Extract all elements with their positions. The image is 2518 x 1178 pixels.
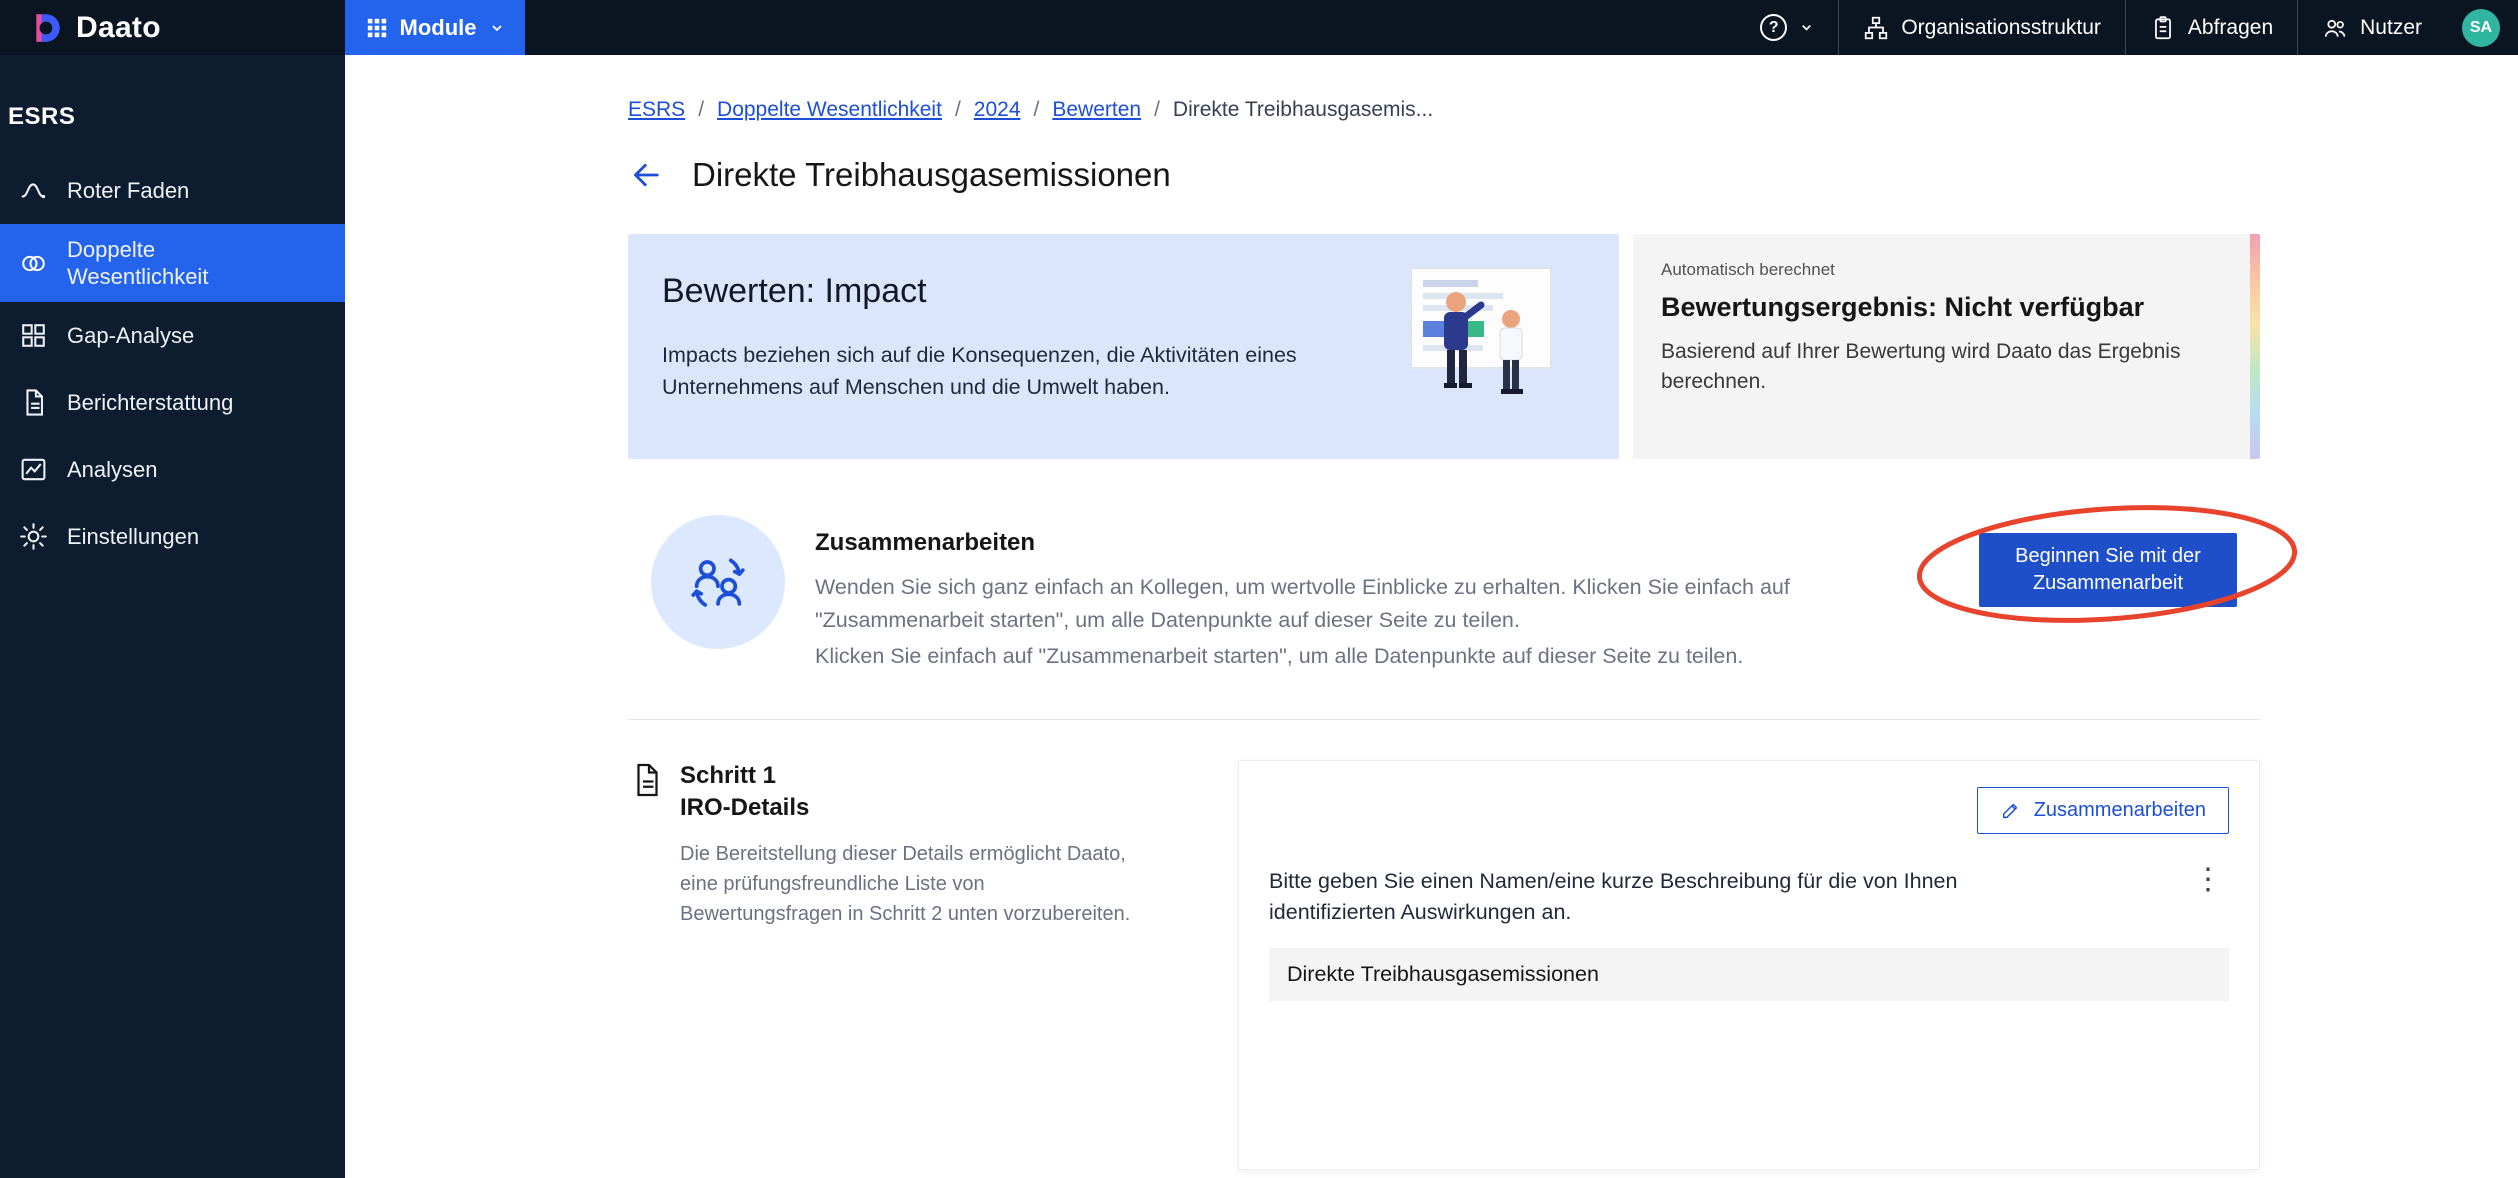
sidebar-heading: ESRS — [8, 103, 345, 131]
collaboration-paragraph-2: Klicken Sie einfach auf "Zusammenarbeit … — [815, 640, 1935, 673]
sidebar-item-analysen[interactable]: Analysen — [0, 436, 345, 503]
module-button-label: Module — [400, 15, 477, 41]
iro-details-panel: Zusammenarbeiten Bitte geben Sie einen N… — [1238, 760, 2260, 1170]
topbar: Daato Module ? — [0, 0, 2518, 55]
collaborate-button[interactable]: Zusammenarbeiten — [1977, 787, 2229, 834]
impact-card: Bewerten: Impact Impacts beziehen sich a… — [628, 234, 1619, 459]
main-area: ESRS / Doppelte Wesentlichkeit / 2024 / … — [345, 55, 2518, 1178]
breadcrumb-separator: / — [1154, 98, 1160, 122]
topbar-item-nutzer[interactable]: Nutzer — [2297, 0, 2446, 55]
sidebar-item-roter-faden[interactable]: Roter Faden — [0, 157, 345, 224]
breadcrumb-link-doppelte-wesentlichkeit[interactable]: Doppelte Wesentlichkeit — [717, 98, 942, 122]
whiteboard-illustration — [1376, 266, 1561, 416]
module-button[interactable]: Module — [345, 0, 525, 55]
sidebar-item-berichterstattung[interactable]: Berichterstattung — [0, 369, 345, 436]
document-icon — [628, 762, 664, 929]
app-window: Daato Module ? — [0, 0, 2518, 1178]
breadcrumb-separator: / — [955, 98, 961, 122]
avatar[interactable]: SA — [2462, 9, 2500, 47]
sidebar-item-gap-analyse[interactable]: Gap-Analyse — [0, 302, 345, 369]
help-button[interactable]: ? — [1736, 0, 1838, 55]
sidebar-item-einstellungen[interactable]: Einstellungen — [0, 503, 345, 570]
roter-faden-icon — [19, 176, 48, 205]
chevron-down-icon — [1799, 20, 1814, 35]
result-card-title: Bewertungsergebnis: Nicht verfügbar — [1661, 292, 2216, 323]
doppelte-wesentlichkeit-icon — [19, 249, 48, 278]
abfragen-icon — [2150, 15, 2176, 41]
arrow-left-icon — [628, 157, 664, 193]
daato-logo-icon — [30, 11, 64, 45]
sidebar-item-label: Berichterstattung — [67, 389, 233, 417]
breadcrumb: ESRS / Doppelte Wesentlichkeit / 2024 / … — [628, 98, 2260, 122]
sidebar-item-label: Einstellungen — [67, 523, 199, 551]
step1-title: IRO-Details — [680, 792, 1135, 824]
topbar-item-organisationsstruktur[interactable]: Organisationsstruktur — [1838, 0, 2125, 55]
users-icon — [2322, 15, 2348, 41]
collaboration-paragraph-1: Wenden Sie sich ganz einfach an Kollegen… — [815, 571, 1935, 638]
gap-analyse-icon — [19, 321, 48, 350]
breadcrumb-link-2024[interactable]: 2024 — [974, 98, 1021, 122]
impact-card-body: Impacts beziehen sich auf die Konsequenz… — [662, 339, 1312, 404]
result-card-body: Basierend auf Ihrer Bewertung wird Daato… — [1661, 337, 2206, 398]
breadcrumb-current: Direkte Treibhausgasemis... — [1173, 98, 1433, 122]
page-title: Direkte Treibhausgasemissionen — [692, 156, 1171, 194]
result-card: Automatisch berechnet Bewertungsergebnis… — [1633, 234, 2260, 459]
topbar-right: ? Organisationsstruktur — [1736, 0, 2518, 55]
sidebar-item-label: Roter Faden — [67, 177, 189, 205]
impact-name-prompt: Bitte geben Sie einen Namen/eine kurze B… — [1269, 866, 2059, 928]
topbar-item-label: Nutzer — [2360, 16, 2422, 40]
collaborate-button-label: Zusammenarbeiten — [2034, 799, 2206, 822]
grid-icon — [366, 17, 388, 39]
brand: Daato — [0, 11, 345, 45]
overflow-menu-icon[interactable]: ⋮ — [2187, 866, 2229, 893]
topbar-item-label: Organisationsstruktur — [1901, 16, 2101, 40]
section-divider — [628, 719, 2260, 720]
result-card-label: Automatisch berechnet — [1661, 260, 2216, 280]
step1-label: Schritt 1 — [680, 760, 1135, 792]
org-structure-icon — [1863, 15, 1889, 41]
collaboration-section: Zusammenarbeiten Wenden Sie sich ganz ei… — [628, 505, 2260, 673]
back-button[interactable] — [628, 156, 666, 194]
sidebar-item-label: Gap-Analyse — [67, 322, 194, 350]
breadcrumb-separator: / — [1034, 98, 1040, 122]
impact-name-field[interactable]: Direkte Treibhausgasemissionen — [1269, 948, 2229, 1001]
collaboration-icon — [651, 515, 785, 649]
pencil-icon — [2000, 799, 2022, 821]
sidebar-item-doppelte-wesentlichkeit[interactable]: Doppelte Wesentlichkeit — [0, 224, 345, 302]
help-icon: ? — [1760, 14, 1787, 41]
start-collaboration-button[interactable]: Beginnen Sie mit der Zusammenarbeit — [1979, 533, 2237, 607]
spectrum-bar — [2250, 234, 2260, 459]
analysen-icon — [19, 455, 48, 484]
berichterstattung-icon — [19, 388, 48, 417]
sidebar-item-label: Analysen — [67, 456, 158, 484]
breadcrumb-link-esrs[interactable]: ESRS — [628, 98, 685, 122]
breadcrumb-separator: / — [698, 98, 704, 122]
breadcrumb-link-bewerten[interactable]: Bewerten — [1052, 98, 1141, 122]
collaboration-title: Zusammenarbeiten — [815, 529, 1935, 557]
einstellungen-icon — [19, 522, 48, 551]
step1-description: Die Bereitstellung dieser Details ermögl… — [680, 839, 1135, 929]
sidebar: ESRS Roter Faden Doppelte Wesentlichkeit — [0, 55, 345, 1178]
topbar-item-abfragen[interactable]: Abfragen — [2125, 0, 2297, 55]
sidebar-item-label: Doppelte Wesentlichkeit — [67, 236, 282, 291]
chevron-down-icon — [489, 20, 505, 36]
topbar-item-label: Abfragen — [2188, 16, 2273, 40]
brand-name: Daato — [76, 11, 161, 45]
step1-section: Schritt 1 IRO-Details Die Bereitstellung… — [628, 760, 2260, 1170]
